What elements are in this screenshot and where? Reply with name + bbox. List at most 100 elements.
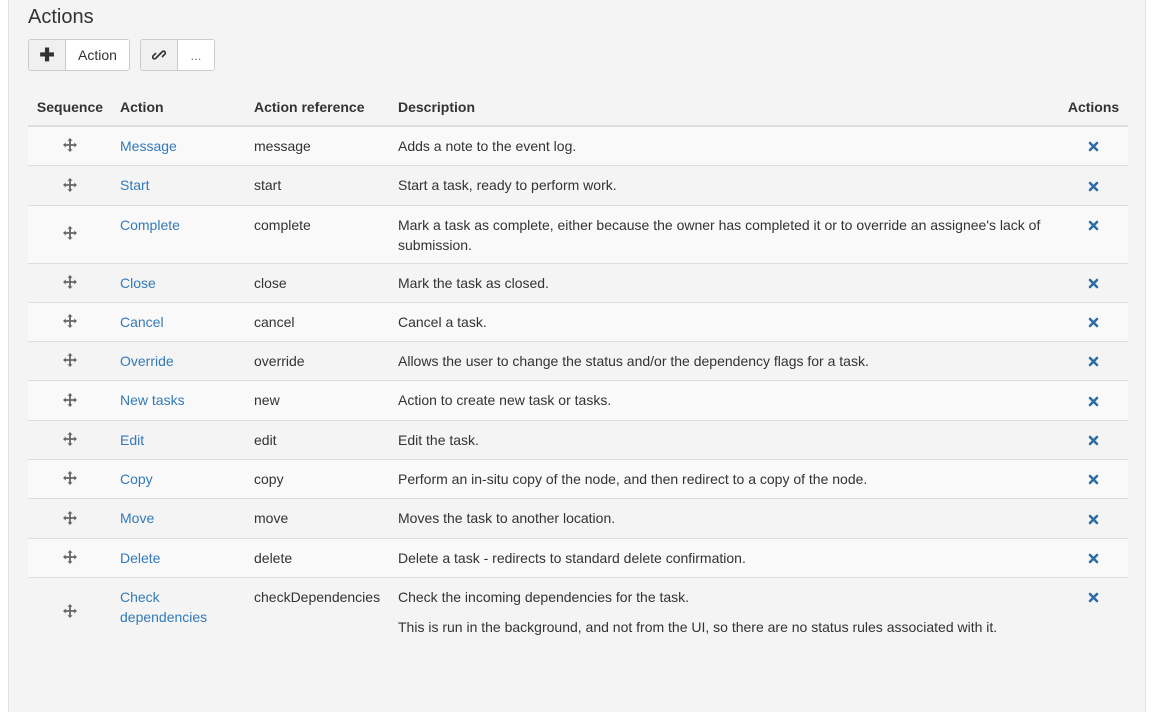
sequence-cell (28, 341, 112, 381)
description-cell: Mark the task as closed. (390, 262, 1059, 303)
row-actions-cell (1059, 380, 1128, 421)
description-cell: Mark a task as complete, either because … (390, 204, 1059, 264)
action-link[interactable]: Message (120, 138, 177, 154)
move-arrows-icon[interactable] (63, 313, 77, 333)
remove-x-icon[interactable] (1088, 470, 1099, 490)
row-actions-cell (1059, 262, 1128, 303)
action-name-cell: New tasks (112, 380, 246, 421)
remove-x-icon[interactable] (1088, 510, 1099, 530)
remove-x-icon[interactable] (1088, 431, 1099, 451)
table-row: Check dependencies checkDependencies Check… (28, 576, 1128, 645)
header-description: Description (390, 90, 1059, 127)
description-text: Allows the user to change the status and… (398, 353, 869, 370)
action-link[interactable]: Complete (120, 217, 180, 233)
sequence-cell (28, 126, 112, 166)
table-row: Cancel cancel Cancel a task. (28, 301, 1128, 342)
action-link[interactable]: Close (120, 275, 156, 291)
action-link[interactable]: Edit (120, 432, 144, 448)
action-name-cell: Message (112, 126, 246, 166)
action-name-cell: Complete (112, 204, 246, 264)
remove-x-icon[interactable] (1088, 549, 1099, 569)
row-actions-cell (1059, 459, 1128, 499)
description-text: Mark a task as complete, either because … (398, 216, 1041, 253)
row-actions-cell (1059, 498, 1128, 539)
action-link[interactable]: New tasks (120, 392, 185, 408)
header-reference: Action reference (246, 90, 390, 127)
toolbar: ✚ Action ... (28, 39, 215, 71)
description-text: Moves the task to another location. (398, 510, 616, 527)
link-button[interactable] (140, 40, 177, 70)
more-options-button[interactable]: ... (176, 40, 214, 70)
action-name-cell: Override (112, 341, 246, 381)
remove-x-icon[interactable] (1088, 313, 1099, 333)
action-name-cell: Close (112, 262, 246, 303)
remove-x-icon[interactable] (1088, 392, 1099, 412)
move-arrows-icon[interactable] (63, 470, 77, 490)
action-reference-cell: copy (246, 459, 390, 499)
action-link[interactable]: Override (120, 353, 174, 369)
table-row: Delete delete Delete a task - redirects to… (28, 537, 1128, 578)
add-action-button[interactable]: Action (65, 40, 129, 70)
action-link[interactable]: Check dependencies (120, 589, 207, 625)
description-cell: Start a task, ready to perform work. (390, 165, 1059, 206)
move-arrows-icon[interactable] (63, 177, 77, 197)
action-link[interactable]: Cancel (120, 314, 164, 330)
actions-table-body: Message message Adds a note to the event l… (28, 126, 1128, 645)
action-reference-cell: checkDependencies (246, 576, 390, 645)
action-name-cell: Edit (112, 419, 246, 460)
move-arrows-icon[interactable] (63, 352, 77, 372)
action-link[interactable]: Move (120, 510, 154, 526)
header-action: Action (112, 90, 246, 127)
sequence-cell (28, 459, 112, 499)
description-cell: Moves the task to another location. (390, 498, 1059, 539)
description-cell: Allows the user to change the status and… (390, 341, 1059, 381)
move-arrows-icon[interactable] (63, 549, 77, 569)
header-sequence: Sequence (28, 90, 112, 127)
remove-x-icon[interactable] (1088, 177, 1099, 197)
action-link[interactable]: Start (120, 177, 150, 193)
sequence-cell (28, 262, 112, 303)
description-text: Perform an in-situ copy of the node, and… (398, 471, 868, 488)
table-row: Edit edit Edit the task. (28, 419, 1128, 460)
sequence-cell (28, 576, 112, 645)
table-row: Move move Moves the task to another locati… (28, 498, 1128, 539)
move-arrows-icon[interactable] (63, 274, 77, 294)
move-arrows-icon[interactable] (63, 137, 77, 157)
link-icon (151, 50, 166, 60)
remove-x-icon[interactable] (1088, 352, 1099, 372)
move-arrows-icon[interactable] (63, 603, 77, 623)
row-actions-cell (1059, 341, 1128, 381)
action-reference-cell: move (246, 498, 390, 539)
action-name-cell: Check dependencies (112, 576, 246, 645)
description-text: Mark the task as closed. (398, 274, 549, 291)
table-header-row: Sequence Action Action reference Descrip… (28, 90, 1128, 127)
move-arrows-icon[interactable] (63, 392, 77, 412)
description-text: Delete a task - redirects to standard de… (398, 549, 746, 566)
description-text: Action to create new task or tasks. (398, 392, 612, 409)
description-text: Adds a note to the event log. (398, 138, 577, 154)
row-actions-cell (1059, 204, 1128, 264)
remove-x-icon[interactable] (1088, 216, 1099, 236)
action-name-cell: Copy (112, 459, 246, 499)
description-cell: Edit the task. (390, 419, 1059, 460)
move-arrows-icon[interactable] (63, 431, 77, 451)
description-cell: Perform an in-situ copy of the node, and… (390, 459, 1059, 499)
sequence-cell (28, 380, 112, 421)
move-arrows-icon[interactable] (63, 225, 77, 245)
description-cell: Delete a task - redirects to standard de… (390, 537, 1059, 578)
move-arrows-icon[interactable] (63, 510, 77, 530)
table-row: Start start Start a task, ready to perform… (28, 165, 1128, 206)
row-actions-cell (1059, 165, 1128, 206)
actions-table: Sequence Action Action reference Descrip… (28, 90, 1128, 645)
add-action-plus-button[interactable]: ✚ (29, 40, 65, 70)
remove-x-icon[interactable] (1088, 588, 1099, 608)
row-actions-cell (1059, 126, 1128, 166)
remove-x-icon[interactable] (1088, 137, 1099, 157)
description-text: Start a task, ready to perform work. (398, 177, 617, 194)
action-reference-cell: edit (246, 419, 390, 460)
action-link[interactable]: Copy (120, 471, 153, 487)
remove-x-icon[interactable] (1088, 274, 1099, 294)
action-link[interactable]: Delete (120, 550, 160, 566)
sequence-cell (28, 204, 112, 264)
header-actions: Actions (1059, 90, 1128, 127)
